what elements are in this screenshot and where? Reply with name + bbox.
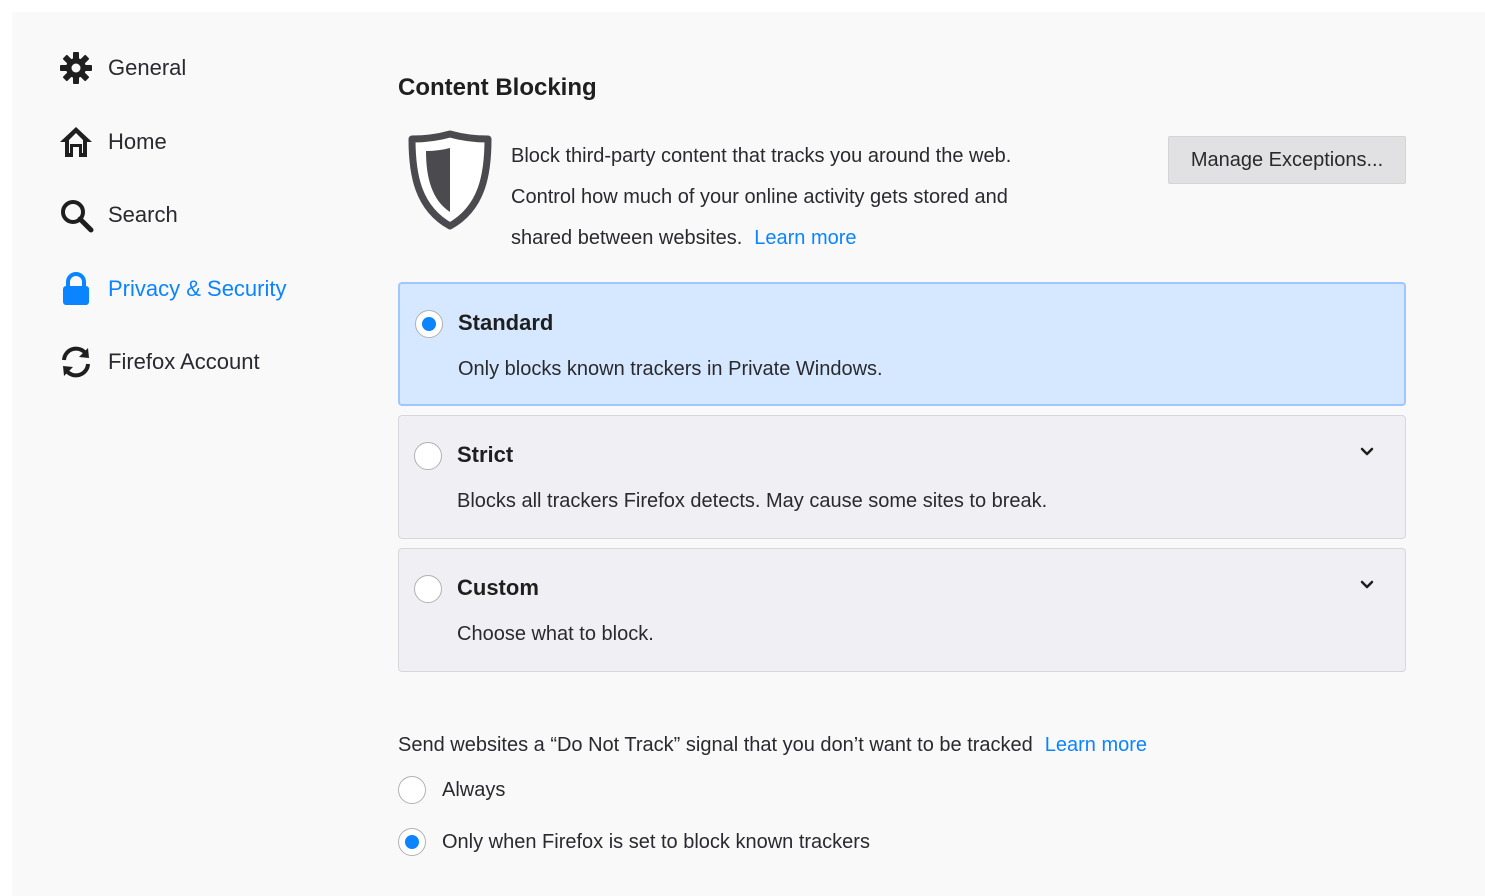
do-not-track-label: Send websites a “Do Not Track” signal th… [398, 734, 1033, 756]
dnt-learn-more-link[interactable]: Learn more [1045, 734, 1147, 756]
preferences-window: General Home Search Privacy & Security F… [12, 12, 1485, 896]
radio-dot [405, 835, 419, 849]
sidebar-item-label: Firefox Account [108, 349, 260, 374]
sidebar-item-label: Privacy & Security [108, 276, 287, 301]
sidebar-item-label: Home [108, 129, 167, 154]
always-radio[interactable] [398, 776, 426, 804]
sync-icon [56, 342, 96, 382]
radio-dot [422, 317, 436, 331]
learn-more-link[interactable]: Learn more [754, 227, 856, 249]
shield-icon [406, 130, 494, 235]
chevron-down-icon[interactable] [1357, 575, 1377, 595]
sidebar-item-firefox-account[interactable]: Firefox Account [56, 342, 260, 382]
do-not-track-label-row: Send websites a “Do Not Track” signal th… [398, 734, 1147, 757]
sidebar-item-search[interactable]: Search [56, 195, 178, 235]
content-blocking-description: Block third-party content that tracks yo… [511, 136, 1131, 259]
search-icon [56, 195, 96, 235]
sidebar-item-label: General [108, 55, 187, 80]
chevron-down-icon[interactable] [1357, 442, 1377, 462]
home-icon [56, 122, 96, 162]
option-description: Blocks all trackers Firefox detects. May… [457, 490, 1048, 512]
lock-icon [56, 269, 96, 309]
option-card-custom[interactable]: Custom Choose what to block. [398, 548, 1406, 672]
dnt-option-label: Always [442, 778, 506, 801]
option-card-strict[interactable]: Strict Blocks all trackers Firefox detec… [398, 415, 1406, 539]
dnt-option-only-when-blocking[interactable]: Only when Firefox is set to block known … [398, 826, 870, 858]
option-title: Strict [457, 442, 514, 467]
gear-icon [56, 48, 96, 88]
main-content: Content Blocking Block third-party conte… [398, 12, 1418, 896]
dnt-option-always[interactable]: Always [398, 774, 505, 806]
option-title: Custom [457, 575, 539, 600]
description-line: Control how much of your online activity… [511, 186, 1008, 208]
sidebar-item-privacy-security[interactable]: Privacy & Security [56, 269, 287, 309]
only-when-radio[interactable] [398, 828, 426, 856]
option-description: Only blocks known trackers in Private Wi… [458, 358, 883, 380]
sidebar-item-general[interactable]: General [56, 48, 186, 88]
section-title: Content Blocking [398, 74, 597, 101]
option-title: Standard [458, 310, 554, 335]
manage-exceptions-button[interactable]: Manage Exceptions... [1168, 136, 1406, 184]
sidebar-item-label: Search [108, 202, 178, 227]
strict-radio[interactable] [414, 442, 442, 470]
sidebar-item-home[interactable]: Home [56, 122, 167, 162]
option-description: Choose what to block. [457, 623, 654, 645]
sidebar: General Home Search Privacy & Security F… [12, 12, 352, 896]
dnt-option-label: Only when Firefox is set to block known … [442, 830, 870, 853]
custom-radio[interactable] [414, 575, 442, 603]
description-line: Block third-party content that tracks yo… [511, 145, 1012, 167]
standard-radio[interactable] [415, 310, 443, 338]
option-card-standard[interactable]: Standard Only blocks known trackers in P… [398, 282, 1406, 406]
description-line: shared between websites. [511, 227, 743, 249]
description-line-with-link: shared between websites. Learn more [511, 218, 1131, 259]
